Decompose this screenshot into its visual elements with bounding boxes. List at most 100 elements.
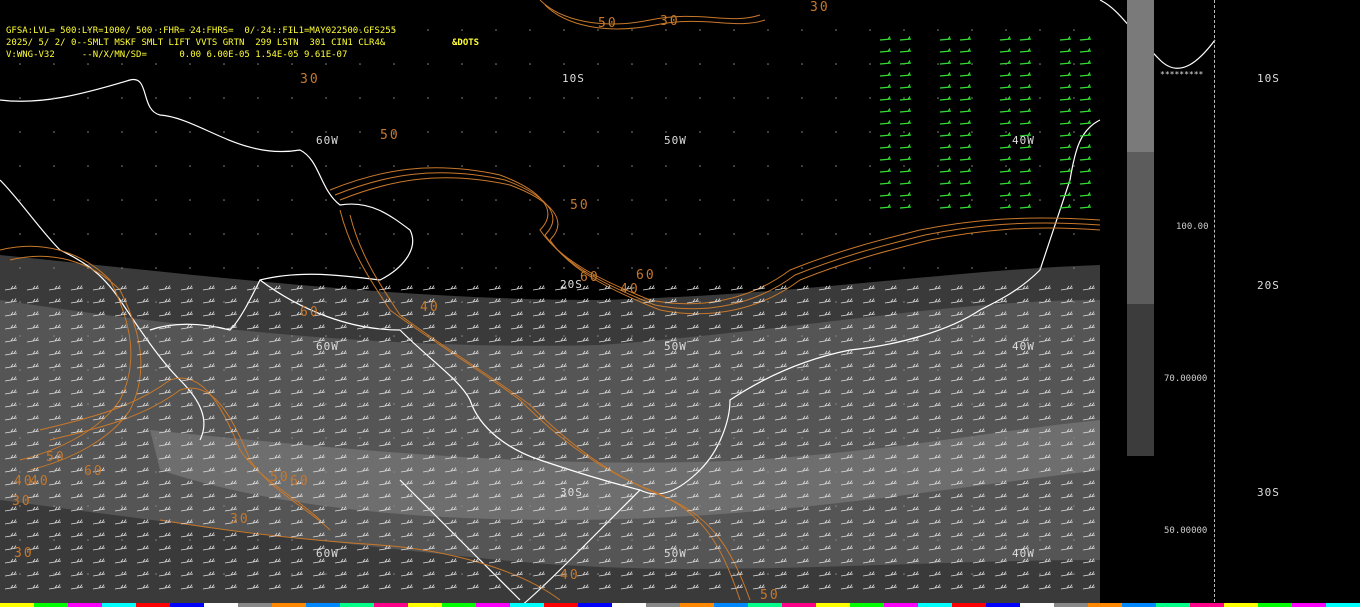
grid-dot (257, 233, 259, 235)
grid-dot (19, 63, 21, 65)
grid-dot (189, 97, 191, 99)
grid-dot (903, 97, 905, 99)
grid-dot (1073, 29, 1075, 31)
grid-dot (257, 471, 259, 473)
grid-dot (801, 29, 803, 31)
map-canvas[interactable] (0, 0, 1360, 607)
grid-dot (223, 573, 225, 575)
grid-dot (563, 471, 565, 473)
grid-dot (563, 131, 565, 133)
grid-dot (257, 301, 259, 303)
contour-label: 30 (660, 14, 680, 29)
grid-dot (495, 63, 497, 65)
grid-dot (189, 437, 191, 439)
grid-dot (1073, 199, 1075, 201)
color-strip-cell (1054, 603, 1088, 607)
grid-dot (359, 403, 361, 405)
contour-label: 30 (300, 72, 320, 87)
grid-dot (631, 199, 633, 201)
grid-dot (903, 369, 905, 371)
grid-dot (121, 199, 123, 201)
grid-dot (325, 233, 327, 235)
grid-dot (291, 539, 293, 541)
grid-dot (597, 437, 599, 439)
grid-dot (699, 369, 701, 371)
grid-dot (835, 335, 837, 337)
grid-dot (53, 199, 55, 201)
grid-dot (393, 369, 395, 371)
grid-dot (53, 233, 55, 235)
grid-dot (1039, 335, 1041, 337)
grid-dot (801, 505, 803, 507)
grid-dot (869, 369, 871, 371)
grid-dot (223, 437, 225, 439)
grid-dot (1039, 29, 1041, 31)
grid-dot (257, 505, 259, 507)
grid-dot (393, 573, 395, 575)
contour-label: 60 (580, 270, 600, 285)
grid-dot (427, 369, 429, 371)
grid-dot (869, 97, 871, 99)
grid-dot (1005, 199, 1007, 201)
grid-dot (801, 369, 803, 371)
grid-dot (1039, 505, 1041, 507)
colorbar (1127, 0, 1154, 456)
grid-dot (733, 471, 735, 473)
grid-dot (1073, 63, 1075, 65)
grid-dot (121, 505, 123, 507)
grid-dot (665, 29, 667, 31)
grid-dot (699, 403, 701, 405)
color-strip-cell (544, 603, 578, 607)
grid-dot (1005, 335, 1007, 337)
grid-dot (461, 165, 463, 167)
grid-dot (461, 29, 463, 31)
grid-dot (257, 199, 259, 201)
grid-dot (801, 539, 803, 541)
grid-dot (291, 437, 293, 439)
grid-dot (495, 97, 497, 99)
grid-dot (427, 335, 429, 337)
grid-dot (1073, 267, 1075, 269)
grid-dot (733, 403, 735, 405)
contour-label: 30 (810, 0, 830, 15)
grid-dot (1005, 97, 1007, 99)
grid-dot (801, 131, 803, 133)
color-strip-cell (1224, 603, 1258, 607)
grid-dot (495, 573, 497, 575)
grid-dot (869, 29, 871, 31)
grid-dot (971, 505, 973, 507)
grid-dot (971, 63, 973, 65)
grid-dot (631, 63, 633, 65)
grid-dot (155, 301, 157, 303)
grid-dot (291, 505, 293, 507)
grid-dot (699, 437, 701, 439)
grid-dot (291, 335, 293, 337)
grid-dot (767, 199, 769, 201)
grid-dot (699, 573, 701, 575)
grid-dot (631, 131, 633, 133)
grid-dot (495, 471, 497, 473)
grid-dot (53, 131, 55, 133)
grid-dot (971, 233, 973, 235)
grid-dot (597, 267, 599, 269)
grid-dot (291, 471, 293, 473)
lon-label-40w-top: 40W (1012, 134, 1035, 147)
grid-dot (19, 573, 21, 575)
grid-dot (903, 539, 905, 541)
grid-dot (971, 335, 973, 337)
grid-dot (665, 573, 667, 575)
lon-label-50w-top: 50W (664, 134, 687, 147)
grid-dot (461, 267, 463, 269)
grid-dot (53, 505, 55, 507)
grid-dot (529, 267, 531, 269)
grid-dot (495, 437, 497, 439)
grid-dot (699, 97, 701, 99)
grid-dot (937, 437, 939, 439)
grid-dot (155, 505, 157, 507)
grid-dot (733, 301, 735, 303)
grid-dot (665, 267, 667, 269)
grid-dot (903, 199, 905, 201)
header-line-3: V:WNG-V32 --N/X/MN/SD= 0.00 6.00E-05 1.5… (6, 50, 348, 60)
grid-dot (699, 29, 701, 31)
grid-dot (733, 369, 735, 371)
